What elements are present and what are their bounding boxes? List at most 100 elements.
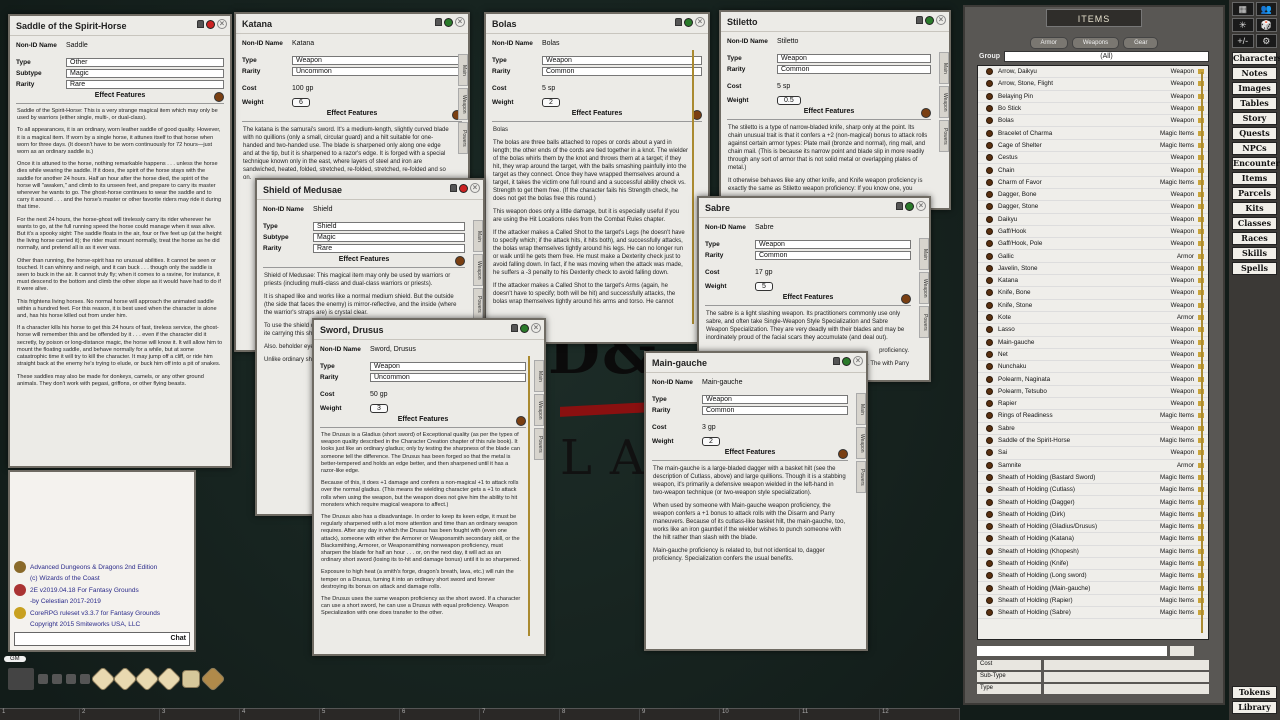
lock-icon[interactable] (916, 16, 923, 24)
list-item[interactable]: Sheath of Holding (Dirk) Magic Items (978, 509, 1208, 521)
hotkey-slot[interactable]: 10 (720, 709, 800, 720)
nonid-value[interactable]: Katana (292, 40, 462, 47)
identified-toggle-icon[interactable] (925, 15, 934, 25)
item-icon[interactable] (986, 191, 993, 199)
nonid-value[interactable]: Main-gauche (702, 379, 860, 386)
modifiers-icon[interactable]: +/- (1232, 34, 1254, 48)
tab-powers[interactable]: Powers (473, 288, 483, 320)
list-item[interactable]: Nunchaku Weapon (978, 361, 1208, 374)
identified-toggle-icon[interactable] (842, 356, 851, 366)
hotkey-slot[interactable]: 9 (640, 709, 720, 720)
list-item[interactable]: Arrow, Daikyu Weapon (978, 66, 1208, 79)
list-item[interactable]: Lasso Weapon (978, 324, 1208, 337)
edit-icon[interactable] (214, 92, 224, 102)
nonid-value[interactable]: Saddle (66, 42, 224, 49)
list-item[interactable]: Knife, Bone Weapon (978, 287, 1208, 300)
list-item[interactable]: Gallic Armor (978, 250, 1208, 263)
item-icon[interactable] (986, 252, 993, 260)
weight-value[interactable]: 5 (755, 282, 773, 291)
sidebar-item-story[interactable]: Story (1232, 112, 1277, 125)
tab-main[interactable]: Main (534, 360, 544, 392)
sidebar-item-library[interactable]: Library (1232, 701, 1277, 714)
nonid-value[interactable]: Sword, Drusus (370, 346, 538, 353)
sidebar-item-kits[interactable]: Kits (1232, 202, 1277, 215)
list-item[interactable]: Dagger, Stone Weapon (978, 201, 1208, 214)
list-item[interactable]: Samnite Armor (978, 460, 1208, 472)
rarity-field[interactable]: Uncommon (292, 67, 462, 76)
tab-powers[interactable]: Powers (458, 122, 468, 154)
gm-identity-tag[interactable]: GM (4, 656, 26, 662)
cost-value[interactable]: 5 sp (542, 85, 702, 92)
item-icon[interactable] (986, 400, 993, 408)
sidebar-item-quests[interactable]: Quests (1232, 127, 1277, 140)
tab-weapon[interactable]: Weapon (939, 86, 949, 118)
tab-weapon[interactable]: Weapon (919, 272, 929, 304)
item-icon[interactable] (986, 80, 993, 88)
identified-toggle-icon[interactable] (905, 201, 914, 211)
rarity-field[interactable]: Rare (313, 244, 465, 253)
nonid-value[interactable]: Shield (313, 206, 477, 213)
type-field[interactable]: Other (66, 58, 224, 67)
list-item[interactable]: Sheath of Holding (Knife) Magic Items (978, 558, 1208, 571)
list-item[interactable]: Dagger, Bone Weapon (978, 189, 1208, 202)
weight-value[interactable]: 3 (370, 404, 388, 413)
rarity-field[interactable]: Common (777, 65, 931, 74)
hotkey-slot[interactable]: 12 (880, 709, 960, 720)
d12-icon[interactable] (112, 666, 138, 692)
identified-toggle-icon[interactable] (520, 323, 529, 333)
list-item[interactable]: Bolas Weapon (978, 115, 1208, 128)
sidebar-item-npcs[interactable]: NPCs (1232, 142, 1277, 155)
close-icon[interactable]: × (936, 15, 946, 25)
list-item[interactable]: Arrow, Stone, Flight Weapon (978, 78, 1208, 91)
list-item[interactable]: Polearm, Naginata Weapon (978, 373, 1208, 386)
item-icon[interactable] (986, 510, 993, 518)
list-item[interactable]: Javelin, Stone Weapon (978, 263, 1208, 276)
list-item[interactable]: Cage of Shelter Magic Items (978, 140, 1208, 153)
close-icon[interactable]: × (853, 356, 863, 366)
item-icon[interactable] (986, 240, 993, 248)
item-icon[interactable] (986, 437, 993, 445)
hotkey-bar[interactable]: 1 2 3 4 5 6 7 8 9 10 11 12 (0, 708, 960, 720)
d20-icon[interactable] (90, 666, 116, 692)
item-icon[interactable] (986, 572, 993, 580)
item-icon[interactable] (986, 449, 993, 457)
type-field[interactable]: Weapon (777, 54, 931, 63)
lock-icon[interactable] (197, 20, 204, 28)
item-icon[interactable] (986, 375, 993, 383)
tab-powers[interactable]: Powers (856, 461, 866, 493)
tab-main[interactable]: Main (939, 52, 949, 84)
list-item[interactable]: Sheath of Holding (Sabre) Magic Items (978, 607, 1208, 620)
hotkey-slot[interactable] (38, 674, 48, 684)
subtype-field[interactable]: Magic (66, 69, 224, 78)
weight-value[interactable]: 6 (292, 98, 310, 107)
tab-gear[interactable]: Gear (1123, 37, 1159, 49)
hotkey-slot[interactable]: 6 (400, 709, 480, 720)
list-item[interactable]: Sheath of Holding (Bastard Sword) Magic I… (978, 472, 1208, 485)
nonid-value[interactable]: Sabre (755, 224, 923, 231)
scrollbar[interactable] (528, 356, 530, 636)
list-item[interactable]: Bracelet of Charma Magic Items (978, 127, 1208, 140)
item-icon[interactable] (986, 363, 993, 371)
tab-weapon[interactable]: Weapon (473, 254, 483, 286)
cost-value[interactable]: 5 sp (777, 83, 943, 90)
close-icon[interactable]: × (470, 183, 480, 193)
item-icon[interactable] (986, 486, 993, 494)
dice-icon[interactable]: 🎲 (1255, 18, 1277, 32)
rarity-field[interactable]: Rare (66, 80, 224, 89)
list-item[interactable]: Belaying Pin Weapon (978, 91, 1208, 103)
sidebar-item-notes[interactable]: Notes (1232, 67, 1277, 80)
item-icon[interactable] (986, 215, 993, 223)
tab-main[interactable]: Main (458, 54, 468, 86)
filter-select[interactable] (1044, 660, 1209, 670)
list-item[interactable]: Charm of Favor Magic Items (978, 177, 1208, 189)
list-item[interactable]: Sheath of Holding (Cutlass) Magic Items (978, 484, 1208, 497)
lock-icon[interactable] (675, 18, 682, 26)
item-icon[interactable] (986, 166, 993, 174)
tab-weapon[interactable]: Weapon (534, 394, 544, 426)
identified-toggle-icon[interactable] (459, 183, 468, 193)
hotkey-slot[interactable]: 2 (80, 709, 160, 720)
scrollbar[interactable] (1201, 72, 1203, 633)
cost-value[interactable]: 3 gp (702, 424, 860, 431)
close-icon[interactable]: × (455, 17, 465, 27)
item-icon[interactable] (986, 105, 993, 113)
